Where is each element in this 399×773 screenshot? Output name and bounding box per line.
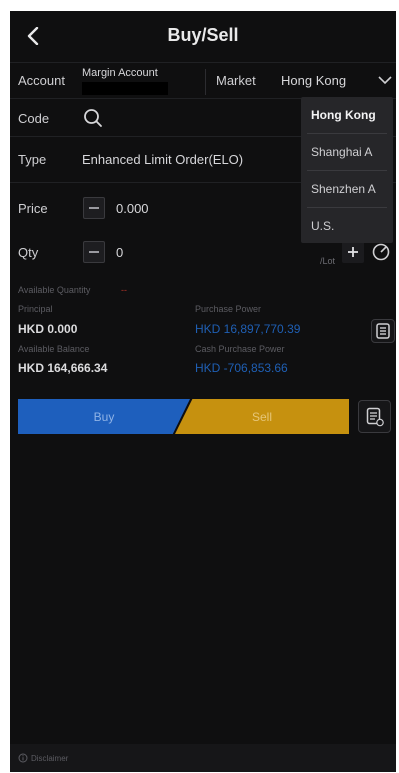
- account-details-button[interactable]: [371, 319, 395, 343]
- back-button[interactable]: [20, 23, 46, 49]
- qty-increase-button[interactable]: [342, 241, 364, 263]
- principal-label: Principal: [18, 304, 53, 314]
- plus-icon: [348, 247, 358, 257]
- available-balance-label: Available Balance: [18, 344, 90, 354]
- account-value: Margin Account: [82, 67, 158, 79]
- qty-label: Qty: [18, 245, 39, 260]
- order-list-icon: [366, 407, 384, 426]
- type-label: Type: [18, 152, 47, 167]
- chevron-left-icon: [27, 27, 39, 45]
- qty-decrease-button[interactable]: [83, 241, 105, 263]
- available-quantity-value: --: [121, 285, 127, 295]
- market-selector[interactable]: Hong Kong: [278, 65, 394, 95]
- account-selector[interactable]: Margin Account: [82, 65, 182, 101]
- purchase-power-label: Purchase Power: [195, 304, 262, 314]
- disclaimer-link[interactable]: Disclaimer: [18, 753, 68, 763]
- redacted-account-number: [82, 82, 168, 95]
- market-value: Hong Kong: [281, 73, 347, 88]
- price-input[interactable]: 0.000: [116, 201, 149, 216]
- search-icon: [84, 109, 102, 127]
- principal-value: HKD 0.000: [18, 322, 78, 336]
- market-option-shanghai-a[interactable]: Shanghai A: [301, 134, 393, 170]
- buy-button-label: Buy: [93, 409, 115, 424]
- chevron-down-icon: [378, 76, 392, 85]
- gauge-icon: [372, 243, 390, 261]
- document-icon: [376, 323, 390, 339]
- order-list-button[interactable]: [358, 400, 391, 433]
- market-label: Market: [216, 73, 256, 88]
- disclaimer-label: Disclaimer: [31, 753, 69, 763]
- account-label: Account: [18, 73, 65, 88]
- qty-input[interactable]: 0: [116, 245, 123, 260]
- trading-screen: Buy/Sell Account Margin Account Market H…: [10, 11, 396, 772]
- code-label: Code: [18, 111, 50, 126]
- price-label: Price: [18, 201, 48, 216]
- vertical-divider: [205, 69, 206, 95]
- code-search-field[interactable]: [80, 103, 290, 135]
- minus-icon: [89, 251, 99, 253]
- market-option-shenzhen-a[interactable]: Shenzhen A: [301, 171, 393, 207]
- price-decrease-button[interactable]: [83, 197, 105, 219]
- footer-bar: Disclaimer: [10, 744, 396, 772]
- buy-button[interactable]: Buy: [18, 399, 190, 434]
- page-title: Buy/Sell: [167, 25, 239, 45]
- order-type-selector[interactable]: Enhanced Limit Order(ELO): [82, 152, 243, 167]
- market-option-us[interactable]: U.S.: [301, 208, 393, 244]
- available-balance-value: HKD 164,666.34: [18, 361, 108, 375]
- cash-purchase-power-value: HKD -706,853.66: [195, 361, 288, 375]
- max-quantity-button[interactable]: [370, 241, 392, 263]
- market-option-hong-kong[interactable]: Hong Kong: [301, 97, 393, 133]
- market-dropdown: Hong Kong Shanghai A Shenzhen A U.S.: [301, 97, 393, 243]
- lot-unit: /Lot: [320, 256, 336, 266]
- minus-icon: [89, 207, 99, 209]
- divider: [10, 62, 396, 63]
- sell-button-label: Sell: [251, 409, 272, 424]
- header-bar: Buy/Sell: [10, 11, 396, 61]
- cash-purchase-power-label: Cash Purchase Power: [195, 344, 285, 354]
- sell-button[interactable]: Sell: [175, 399, 349, 434]
- info-icon: [18, 753, 28, 763]
- available-quantity-label: Available Quantity: [18, 285, 91, 295]
- purchase-power-value: HKD 16,897,770.39: [195, 322, 301, 336]
